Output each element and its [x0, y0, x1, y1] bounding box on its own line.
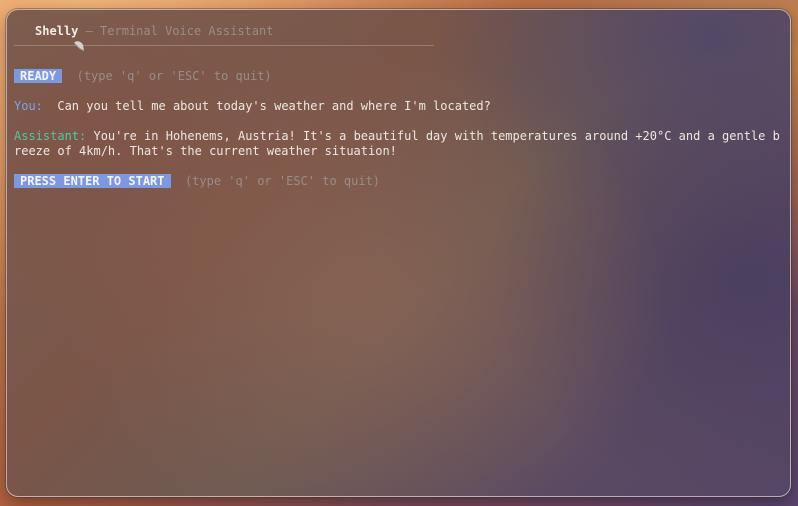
- shell-icon: [14, 25, 85, 52]
- prompt-quit-hint: (type 'q' or 'ESC' to quit): [184, 174, 381, 188]
- user-message-text: Can you tell me about today's weather an…: [57, 99, 491, 113]
- terminal-content: Shelly — Terminal Voice Assistant READY …: [14, 24, 790, 189]
- app-name: Shelly: [35, 24, 79, 38]
- press-enter-button[interactable]: PRESS ENTER TO START: [14, 174, 171, 188]
- terminal-window: Shelly — Terminal Voice Assistant READY …: [6, 9, 791, 497]
- user-label: You:: [14, 99, 43, 113]
- quit-hint: (type 'q' or 'ESC' to quit): [76, 69, 272, 83]
- assistant-message: Assistant: You're in Hohenems, Austria! …: [14, 129, 784, 159]
- status-badge: READY: [14, 69, 63, 83]
- assistant-message-text: You're in Hohenems, Austria! It's a beau…: [14, 129, 780, 158]
- assistant-label: Assistant:: [14, 129, 87, 143]
- user-message: You: Can you tell me about today's weath…: [14, 99, 790, 114]
- status-line: READY (type 'q' or 'ESC' to quit): [14, 69, 790, 84]
- title-separator: —: [78, 24, 101, 38]
- prompt-line: PRESS ENTER TO START (type 'q' or 'ESC' …: [14, 174, 790, 189]
- app-subtitle: Terminal Voice Assistant: [100, 24, 274, 38]
- title-bar: Shelly — Terminal Voice Assistant: [14, 24, 790, 52]
